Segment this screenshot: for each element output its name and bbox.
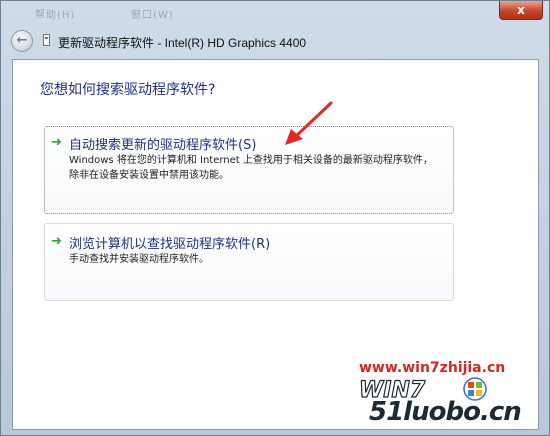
faint-menu-left: 帮助(H) (35, 10, 76, 21)
option-browse-computer-desc: 手动查找并安装驱动程序软件。 (69, 254, 209, 265)
option-auto-search[interactable]: ➜ 自动搜索更新的驱动程序软件(S) Windows 将在您的计算机和 Inte… (44, 126, 454, 214)
red-pointer-icon (285, 101, 333, 145)
page-question: 您想如何搜索驱动程序软件? (40, 82, 216, 98)
green-arrow-icon: ➜ (51, 135, 62, 150)
option-auto-search-desc: Windows 将在您的计算机和 Internet 上查找用于相关设备的最新驱动… (69, 155, 433, 181)
watermark-site: 51luobo.cn (369, 397, 522, 427)
close-button[interactable]: x (499, 1, 543, 20)
window-title: 更新驱动程序软件 - Intel(R) HD Graphics 4400 (58, 36, 307, 50)
back-button[interactable]: ← (11, 30, 33, 52)
faint-menu-right: 窗口(W) (131, 10, 174, 21)
title-bar: 帮助(H) 窗口(W) x (1, 1, 549, 25)
driver-update-window: 帮助(H) 窗口(W) x ← 更新驱动程序软件 - Intel(R) HD G… (0, 0, 550, 436)
navigation-bar: ← 更新驱动程序软件 - Intel(R) HD Graphics 4400 (5, 28, 545, 56)
option-browse-computer-title: 浏览计算机以查找驱动程序软件(R) (69, 237, 271, 252)
device-icon (43, 34, 50, 46)
watermark-url: www.win7zhijia.cn (359, 360, 506, 376)
option-browse-computer[interactable]: ➜ 浏览计算机以查找驱动程序软件(R) 手动查找并安装驱动程序软件。 (44, 223, 454, 301)
green-arrow-icon: ➜ (51, 234, 62, 249)
back-arrow-icon: ← (16, 33, 28, 48)
option-auto-search-title: 自动搜索更新的驱动程序软件(S) (69, 138, 257, 153)
